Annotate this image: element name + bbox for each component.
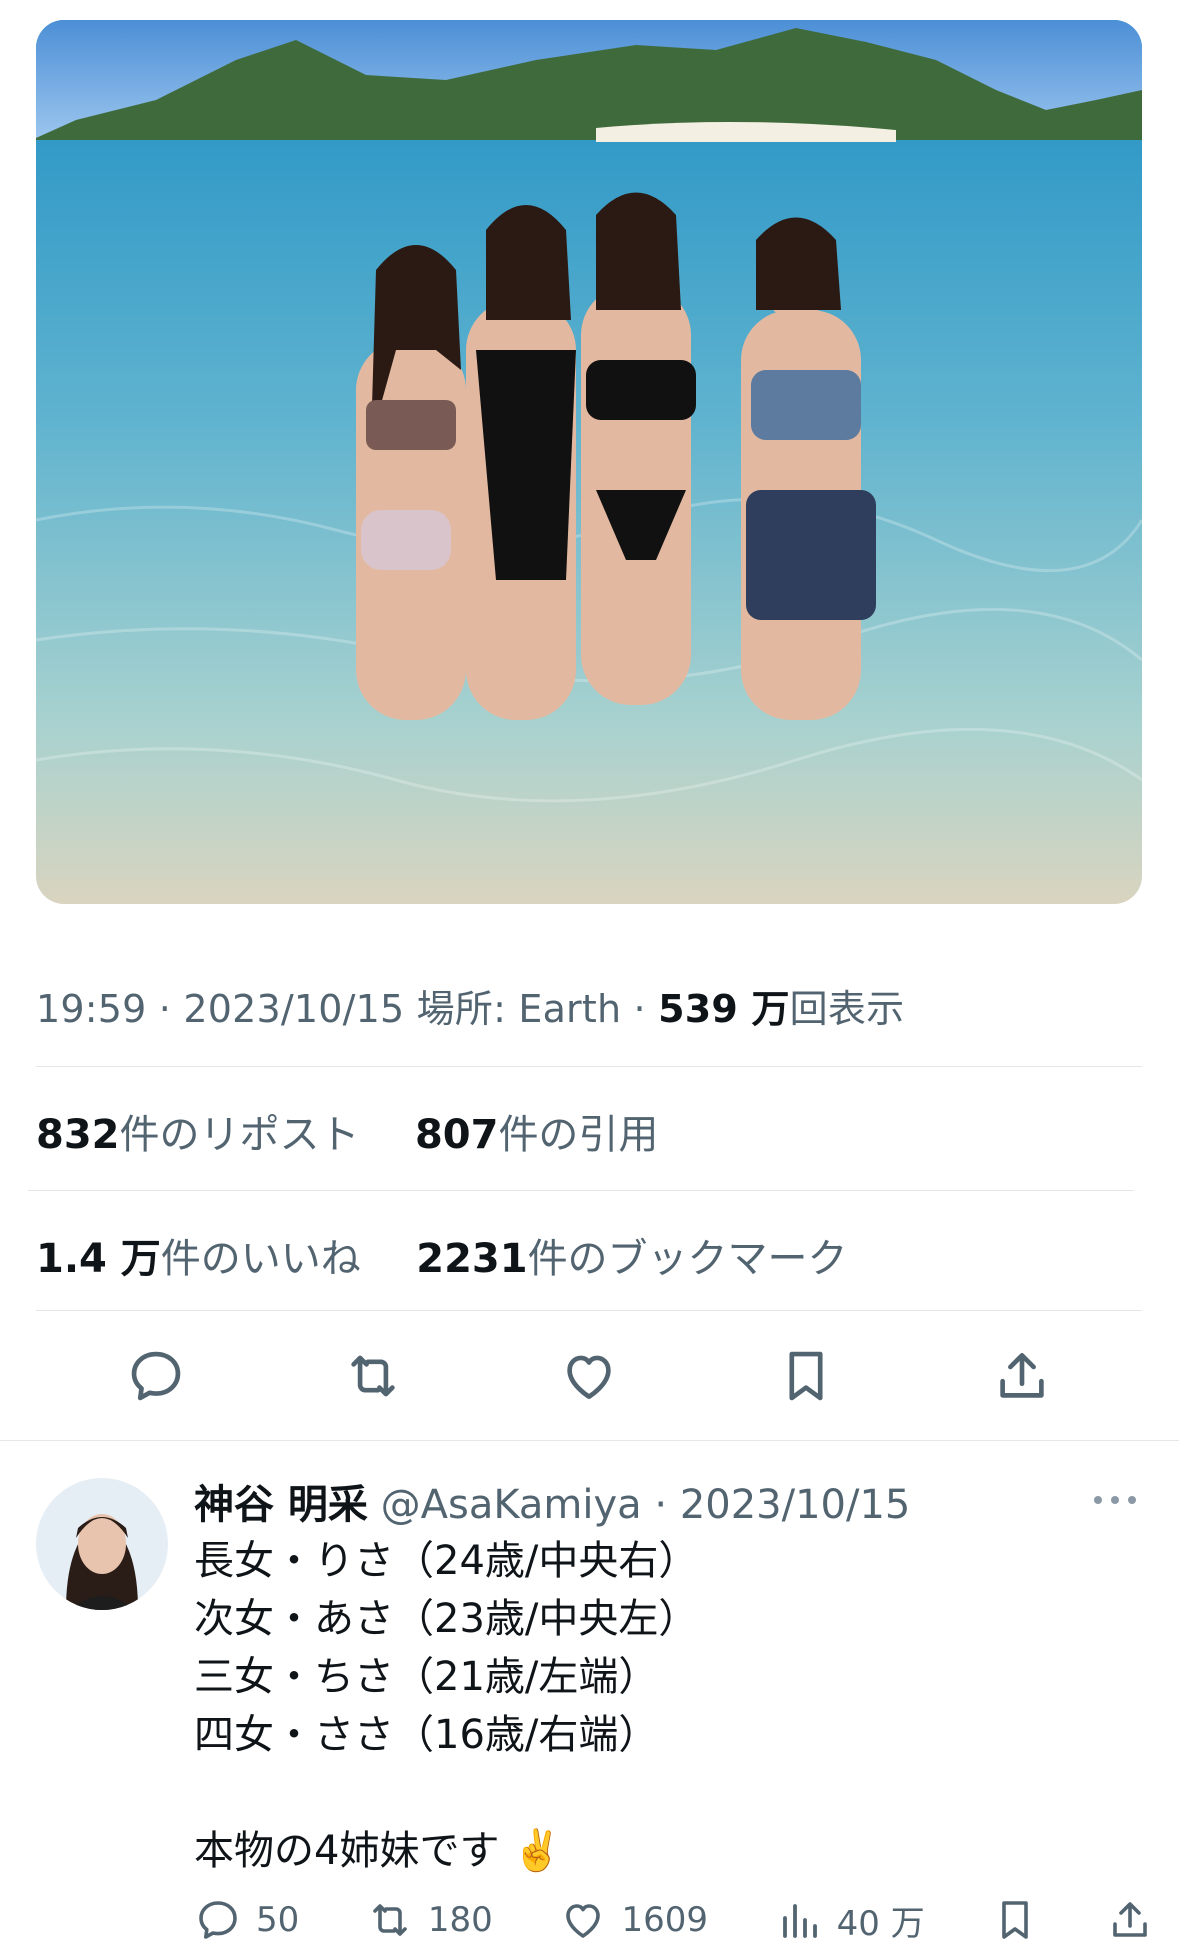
reply-action-bar: 50 180 1609 40 万 bbox=[194, 1892, 1154, 1948]
divider bbox=[0, 1440, 1179, 1441]
share-button[interactable] bbox=[986, 1340, 1058, 1412]
avatar[interactable] bbox=[36, 1478, 168, 1610]
stats-row-reposts: 832件のリポスト 807件の引用 bbox=[36, 1102, 658, 1160]
tweet-photo[interactable] bbox=[36, 20, 1142, 904]
avatar-image bbox=[36, 1478, 168, 1610]
beach-photo-image bbox=[36, 20, 1142, 904]
bookmark-icon bbox=[788, 1351, 823, 1401]
reply-reposts-count: 180 bbox=[427, 1900, 493, 1940]
reply-header: 神谷 明采 @AsaKamiya · 2023/10/15 bbox=[194, 1472, 910, 1530]
views-count: 539 万 bbox=[658, 987, 790, 1031]
tweet-location: 場所: Earth bbox=[416, 987, 622, 1031]
tweet-date[interactable]: 2023/10/15 bbox=[183, 987, 404, 1031]
likes-stat[interactable]: 1.4 万件のいいね bbox=[36, 1236, 361, 1282]
reply-repost-button[interactable]: 180 bbox=[366, 1896, 493, 1944]
reply-views-count: 40 万 bbox=[836, 1903, 925, 1944]
stats-row-likes: 1.4 万件のいいね 2231件のブックマーク bbox=[36, 1226, 848, 1284]
reposts-label: 件のリポスト bbox=[119, 1112, 360, 1158]
quotes-stat[interactable]: 807件の引用 bbox=[415, 1112, 659, 1158]
more-options-icon[interactable] bbox=[1090, 1492, 1140, 1508]
bookmarks-stat[interactable]: 2231件のブックマーク bbox=[416, 1236, 847, 1282]
reply-like-button[interactable]: 1609 bbox=[559, 1896, 708, 1944]
tweet-meta: 19:59 · 2023/10/15 場所: Earth · 539 万回表示 bbox=[36, 987, 905, 1031]
reply-button[interactable] bbox=[120, 1340, 192, 1412]
reply-views-button[interactable]: 40 万 bbox=[775, 1896, 925, 1945]
reposts-stat[interactable]: 832件のリポスト bbox=[36, 1112, 360, 1158]
reply-reply-button[interactable]: 50 bbox=[194, 1896, 299, 1944]
views-label: 回表示 bbox=[789, 987, 905, 1031]
reply-likes-count: 1609 bbox=[621, 1900, 708, 1940]
share-icon bbox=[1000, 1353, 1044, 1398]
quotes-count: 807 bbox=[414, 1112, 499, 1158]
reply-icon bbox=[199, 1901, 237, 1939]
quotes-label: 件の引用 bbox=[498, 1112, 659, 1158]
reply-text: 長女・りさ（24歳/中央右） 次女・あさ（23歳/中央左） 三女・ちさ（21歳/… bbox=[194, 1538, 699, 1874]
tweet-action-bar bbox=[36, 1340, 1142, 1412]
tweet-time[interactable]: 19:59 bbox=[36, 987, 147, 1031]
divider bbox=[36, 1066, 1142, 1067]
repost-icon bbox=[350, 1355, 395, 1397]
share-icon bbox=[1113, 1902, 1147, 1937]
repost-icon bbox=[373, 1904, 407, 1936]
reply-date[interactable]: · 2023/10/15 bbox=[654, 1482, 910, 1528]
bookmark-icon bbox=[1002, 1901, 1029, 1939]
reply-icon bbox=[131, 1351, 181, 1401]
reposts-count: 832 bbox=[36, 1112, 120, 1158]
divider bbox=[28, 1190, 1134, 1191]
reply-share-button[interactable] bbox=[1106, 1896, 1154, 1944]
bookmarks-count: 2231 bbox=[416, 1236, 528, 1282]
user-handle[interactable]: @AsaKamiya bbox=[381, 1482, 642, 1528]
divider bbox=[36, 1310, 1142, 1311]
reply-bookmark-button[interactable] bbox=[991, 1896, 1039, 1944]
bookmarks-label: 件のブックマーク bbox=[527, 1236, 848, 1282]
repost-button[interactable] bbox=[337, 1340, 409, 1412]
like-button[interactable] bbox=[553, 1340, 625, 1412]
likes-count: 1.4 万 bbox=[36, 1236, 161, 1282]
like-icon bbox=[567, 1355, 611, 1399]
likes-label: 件のいいね bbox=[160, 1236, 361, 1282]
bookmark-button[interactable] bbox=[770, 1340, 842, 1412]
views-icon bbox=[782, 1904, 817, 1938]
like-icon bbox=[566, 1904, 601, 1938]
reply-replies-count: 50 bbox=[256, 1900, 300, 1940]
user-name[interactable]: 神谷 明采 bbox=[194, 1482, 368, 1528]
